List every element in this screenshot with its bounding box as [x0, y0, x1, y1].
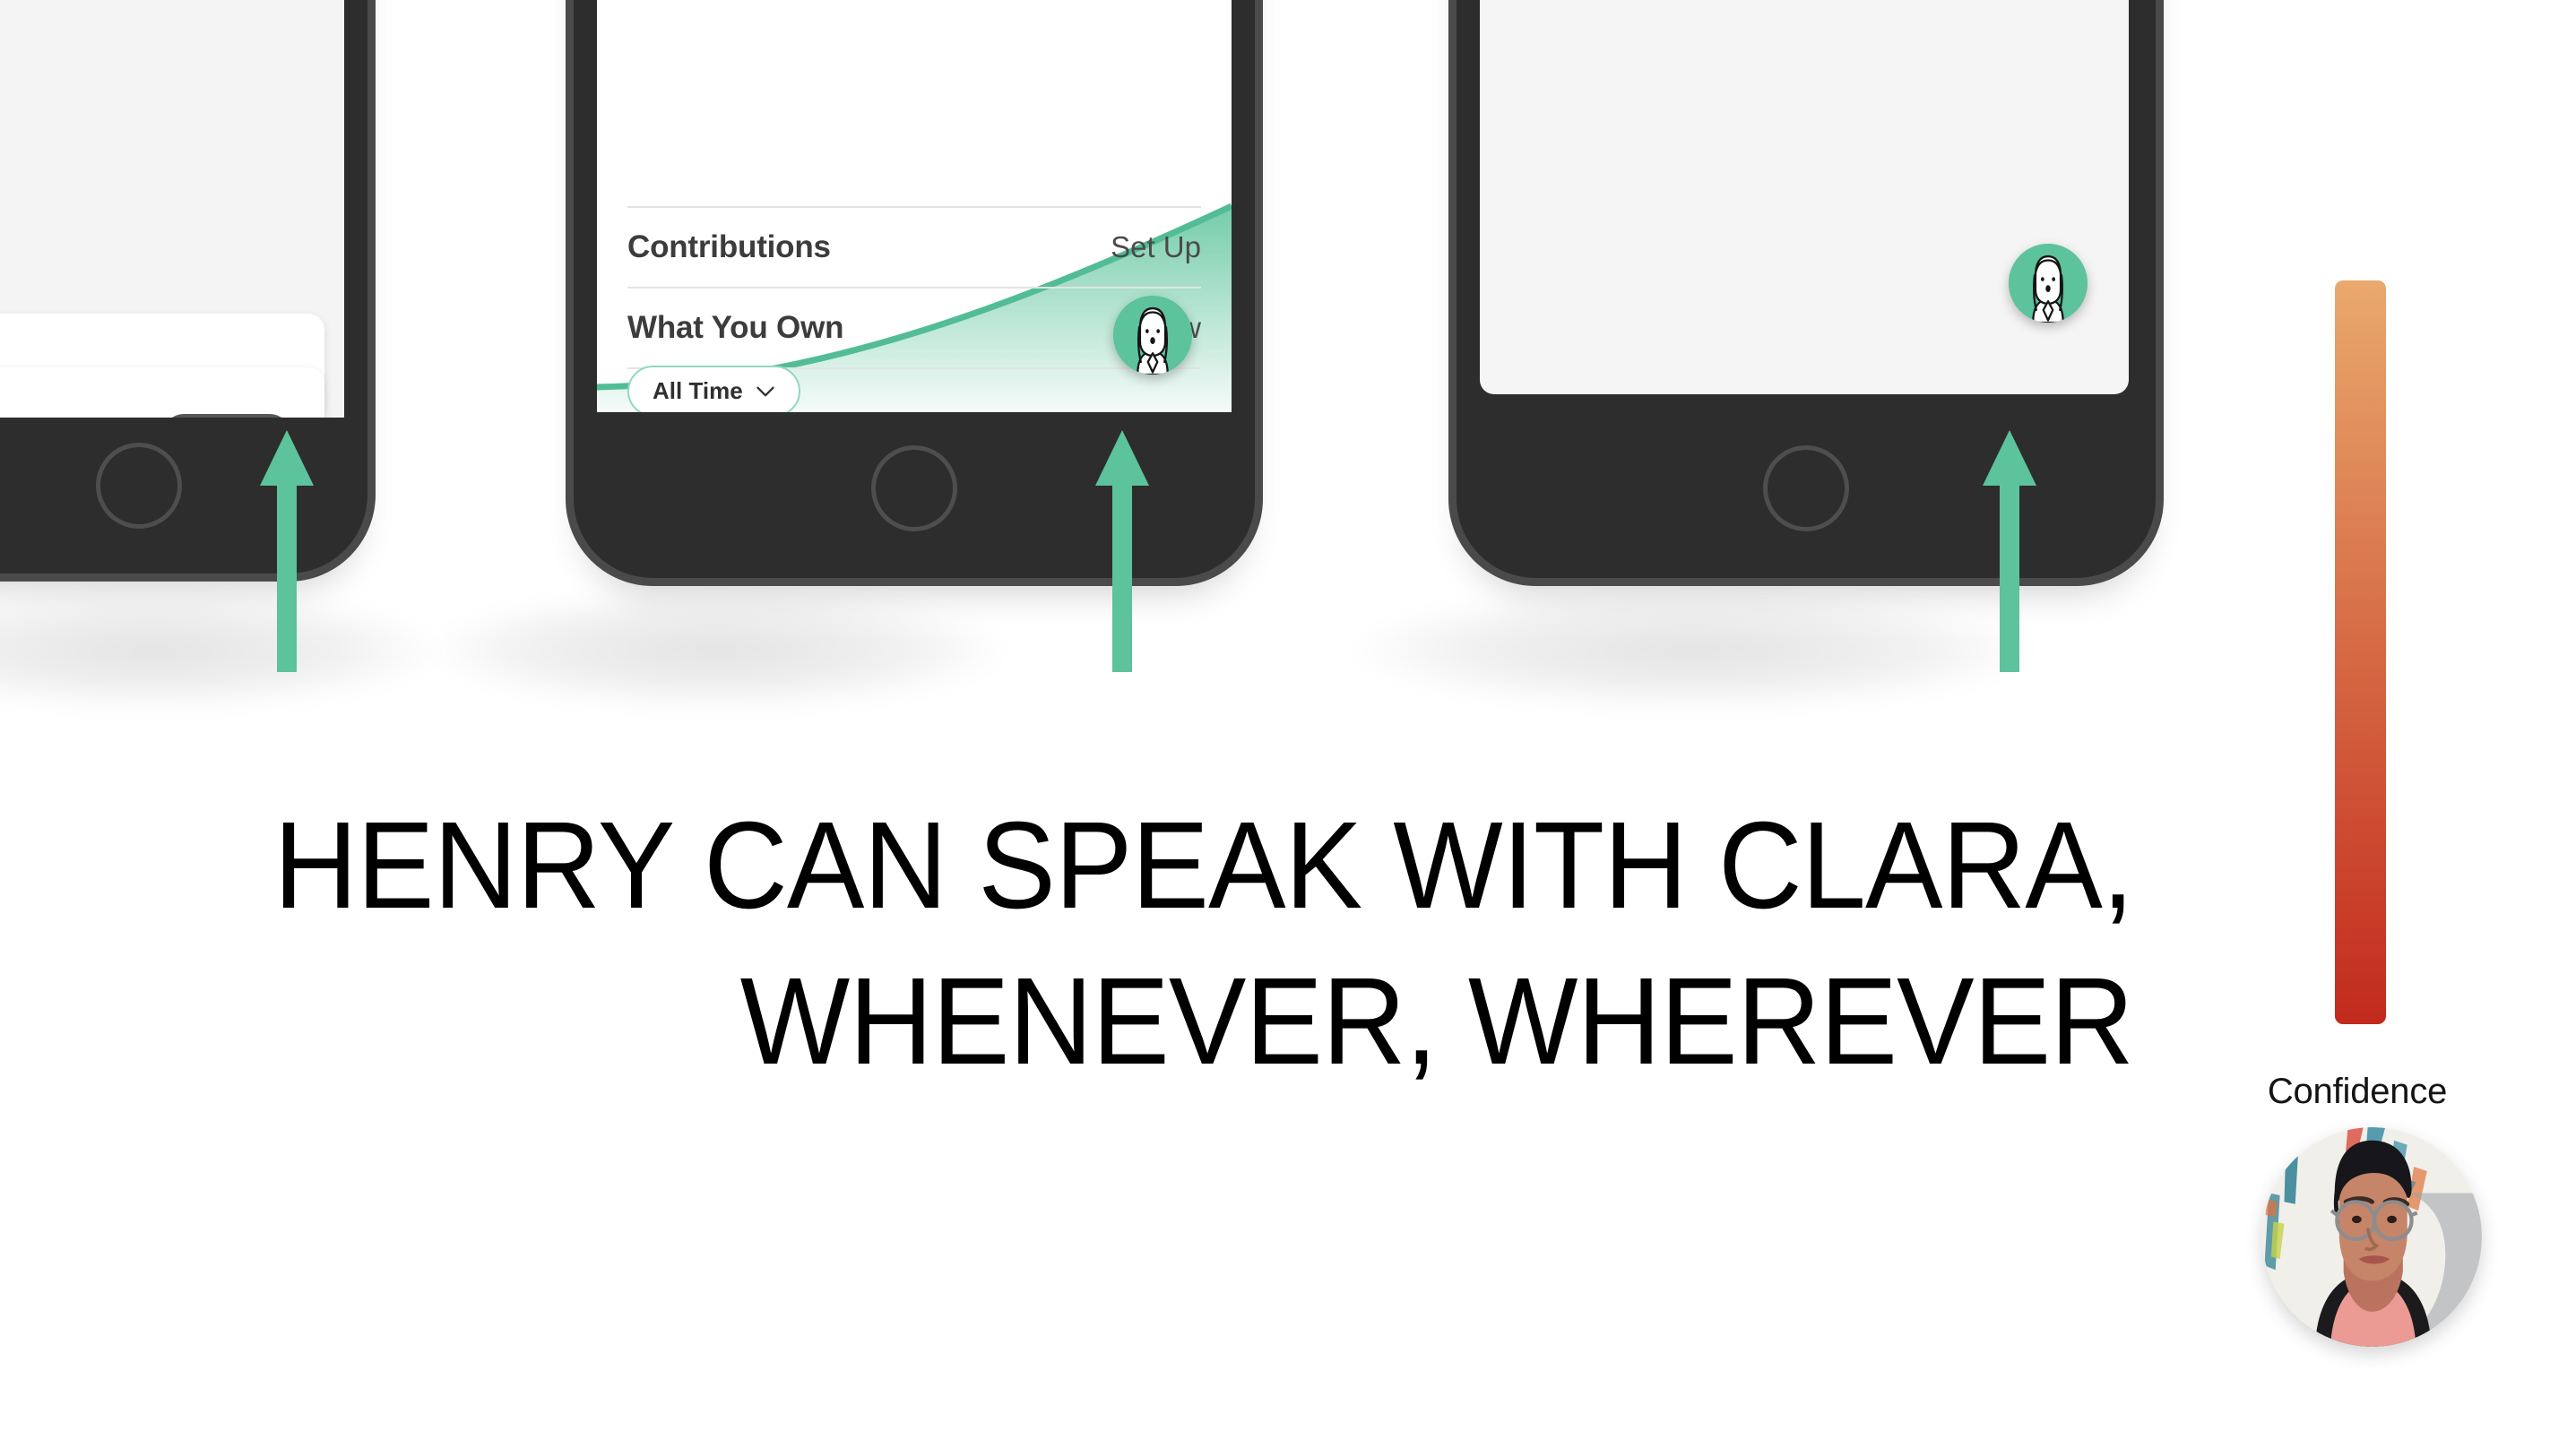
person-photo-icon	[2262, 1127, 2482, 1347]
slide-canvas: Details $50,000.00	[0, 0, 2576, 1448]
confidence-gradient-bar	[2335, 280, 2386, 1024]
phone-shadow-middle	[430, 591, 1004, 708]
avatar	[2262, 1127, 2482, 1347]
home-button-left[interactable]	[96, 443, 182, 529]
time-range-label: All Time	[653, 377, 743, 404]
arrow-shaft	[2000, 482, 2019, 672]
row-contributions[interactable]: Contributions Set Up	[627, 206, 1201, 289]
clara-assistant-avatar-right[interactable]	[2009, 244, 2088, 323]
row-contributions-label: Contributions	[627, 229, 831, 264]
arrow-head-icon	[260, 430, 314, 486]
time-range-dropdown[interactable]: All Time	[627, 366, 800, 412]
phone-shadow-left	[0, 591, 439, 708]
arrow-shaft	[1112, 482, 1132, 672]
phone-left-screen: Details $50,000.00	[0, 0, 344, 418]
row-contributions-action[interactable]: Set Up	[1111, 230, 1201, 264]
phone-shadow-right	[1353, 591, 2035, 708]
assistant-avatar-icon	[1113, 296, 1192, 375]
phone-right: RISK MED Company Bonds $175.00 LOW Gover…	[1457, 0, 2156, 578]
card-balance[interactable]: Details $50,000.00	[0, 367, 324, 418]
arrow-up-middle	[1095, 430, 1149, 672]
headline-line-2: WHENEVER, WHEREVER	[739, 952, 2134, 1090]
page-title: HENRY CAN SPEAK WITH CLARA, WHENEVER, WH…	[255, 789, 2134, 1100]
phone-middle-screen: Contributions Set Up What You Own View A…	[597, 0, 1232, 412]
arrow-head-icon	[1095, 430, 1149, 486]
phone-middle: Contributions Set Up What You Own View A…	[574, 0, 1255, 578]
arrow-head-icon	[1983, 430, 2036, 486]
arrow-shaft	[277, 482, 297, 672]
holdings-card: RISK MED Company Bonds $175.00 LOW Gover…	[1480, 0, 2129, 394]
arrow-up-left	[260, 430, 314, 672]
home-button-middle[interactable]	[871, 445, 957, 531]
headline-line-1: HENRY CAN SPEAK WITH CLARA,	[273, 797, 2134, 935]
arrow-up-right	[1983, 430, 2036, 672]
phone-right-screen: RISK MED Company Bonds $175.00 LOW Gover…	[1480, 0, 2132, 412]
confidence-label: Confidence	[2267, 1072, 2448, 1111]
clara-assistant-avatar-middle[interactable]	[1113, 296, 1192, 375]
details-button[interactable]: Details	[161, 414, 292, 418]
home-button-right[interactable]	[1763, 445, 1849, 531]
chevron-down-icon	[756, 386, 774, 396]
row-what-you-own-label: What You Own	[627, 310, 844, 345]
assistant-avatar-icon	[2009, 244, 2088, 323]
